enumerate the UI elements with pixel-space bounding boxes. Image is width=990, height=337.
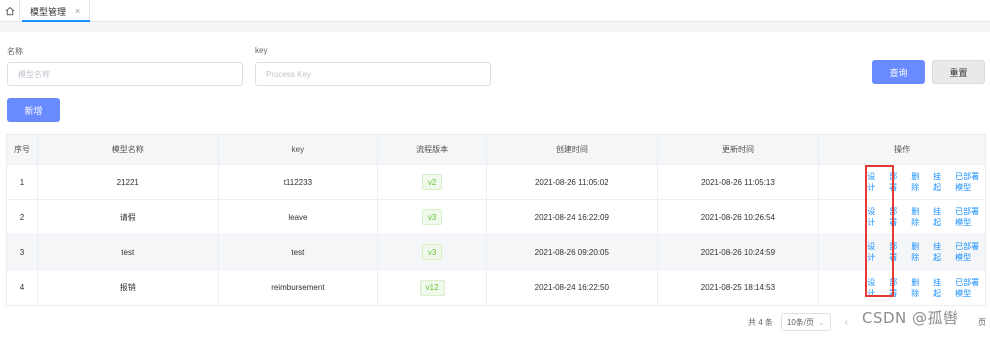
row-actions: 设计 部署 删除 挂起 已部署模型 (819, 200, 985, 234)
deployed-model-link[interactable]: 已部署模型 (955, 277, 985, 299)
row-name: 21221 (38, 165, 219, 199)
deploy-link[interactable]: 部署 (889, 206, 901, 228)
row-key: reimbursement (219, 270, 379, 305)
chevron-down-icon: ⌄ (818, 317, 825, 327)
close-icon[interactable]: × (75, 6, 80, 16)
row-key: leave (219, 200, 379, 234)
row-index: 4 (7, 270, 38, 305)
row-created: 2021-08-24 16:22:09 (487, 200, 658, 234)
prev-page-button[interactable]: ‹ (845, 317, 848, 328)
row-version: v3 (378, 235, 487, 269)
deployed-model-link[interactable]: 已部署模型 (955, 241, 985, 263)
design-link[interactable]: 设计 (867, 171, 879, 193)
reset-button[interactable]: 重置 (932, 60, 985, 84)
model-table: 序号 模型名称 key 流程版本 创建时间 更新时间 操作 1 21221 t1… (6, 134, 986, 306)
row-index: 3 (7, 235, 38, 269)
column-header-key: key (219, 135, 379, 164)
row-version: v3 (378, 200, 487, 234)
row-name: test (38, 235, 219, 269)
total-count: 共 4 条 (748, 317, 773, 327)
design-link[interactable]: 设计 (867, 206, 879, 228)
watermark: CSDN @孤辔 (862, 309, 959, 327)
name-input[interactable]: 模型名称 (7, 62, 243, 86)
row-updated: 2021-08-26 11:05:13 (658, 165, 820, 199)
design-link[interactable]: 设计 (867, 241, 879, 263)
name-label: 名称 (7, 47, 23, 56)
row-name: 请假 (38, 200, 219, 234)
suspend-link[interactable]: 挂起 (933, 171, 945, 193)
key-label: key (255, 46, 268, 55)
page-size-value: 10条/页 (786, 317, 815, 327)
version-tag: v12 (419, 279, 445, 296)
table-row: 4 报销 reimbursement v12 2021-08-24 16:22:… (7, 270, 985, 305)
delete-link[interactable]: 删除 (911, 277, 923, 299)
deploy-link[interactable]: 部署 (889, 277, 901, 299)
delete-link[interactable]: 删除 (911, 241, 923, 263)
pagination: 共 4 条 10条/页 ⌄ ‹ (748, 313, 848, 331)
column-header-name: 模型名称 (38, 135, 219, 164)
suspend-link[interactable]: 挂起 (933, 206, 945, 228)
tab-label: 模型管理 (30, 6, 67, 17)
table-row: 1 21221 t112233 v2 2021-08-26 11:05:02 2… (7, 165, 985, 200)
suspend-link[interactable]: 挂起 (933, 277, 945, 299)
tab-bar: 模型管理 × (0, 0, 990, 32)
row-actions: 设计 部署 删除 挂起 已部署模型 (819, 235, 985, 269)
key-input[interactable]: Process Key (255, 62, 491, 86)
row-created: 2021-08-24 16:22:50 (487, 270, 658, 305)
table-header: 序号 模型名称 key 流程版本 创建时间 更新时间 操作 (7, 135, 985, 165)
deploy-link[interactable]: 部署 (889, 241, 901, 263)
home-icon (5, 6, 14, 16)
column-header-version: 流程版本 (378, 135, 488, 164)
suspend-link[interactable]: 挂起 (933, 241, 945, 263)
add-button[interactable]: 新增 (7, 98, 60, 122)
row-updated: 2021-08-26 10:26:54 (658, 200, 820, 234)
deployed-model-link[interactable]: 已部署模型 (955, 206, 985, 228)
column-header-actions: 操作 (894, 145, 911, 154)
row-version: v2 (378, 165, 487, 199)
delete-link[interactable]: 删除 (911, 171, 923, 193)
table-row: 2 请假 leave v3 2021-08-24 16:22:09 2021-0… (7, 200, 985, 235)
tab-model-management[interactable]: 模型管理 × (22, 0, 90, 22)
column-header-index: 序号 (7, 135, 38, 164)
row-index: 1 (7, 165, 38, 199)
deployed-model-link[interactable]: 已部署模型 (955, 171, 985, 193)
version-tag: v3 (421, 209, 443, 225)
version-tag: v2 (421, 174, 443, 190)
row-actions: 设计 部署 删除 挂起 已部署模型 (819, 270, 985, 305)
row-created: 2021-08-26 11:05:02 (487, 165, 658, 199)
row-key: test (219, 235, 379, 269)
row-actions: 设计 部署 删除 挂起 已部署模型 (819, 165, 985, 199)
column-header-created: 创建时间 (487, 135, 658, 164)
column-header-updated: 更新时间 (658, 135, 820, 164)
row-updated: 2021-08-26 10:24:59 (658, 235, 820, 269)
row-key: t112233 (219, 165, 379, 199)
pagination-suffix: 页 (978, 313, 986, 331)
deploy-link[interactable]: 部署 (889, 171, 901, 193)
content-divider (0, 22, 990, 32)
table-row: 3 test test v3 2021-08-26 09:20:05 2021-… (7, 235, 985, 270)
delete-link[interactable]: 删除 (911, 206, 923, 228)
version-tag: v3 (421, 244, 443, 260)
page-size-select[interactable]: 10条/页 ⌄ (780, 313, 831, 331)
row-version: v12 (378, 270, 487, 305)
row-name: 报销 (38, 270, 219, 305)
design-link[interactable]: 设计 (867, 277, 879, 299)
row-created: 2021-08-26 09:20:05 (487, 235, 658, 269)
query-button[interactable]: 查询 (872, 60, 925, 84)
row-updated: 2021-08-25 18:14:53 (658, 270, 820, 305)
home-button[interactable] (0, 0, 20, 22)
row-index: 2 (7, 200, 38, 234)
page-suffix: 页 (978, 317, 986, 327)
